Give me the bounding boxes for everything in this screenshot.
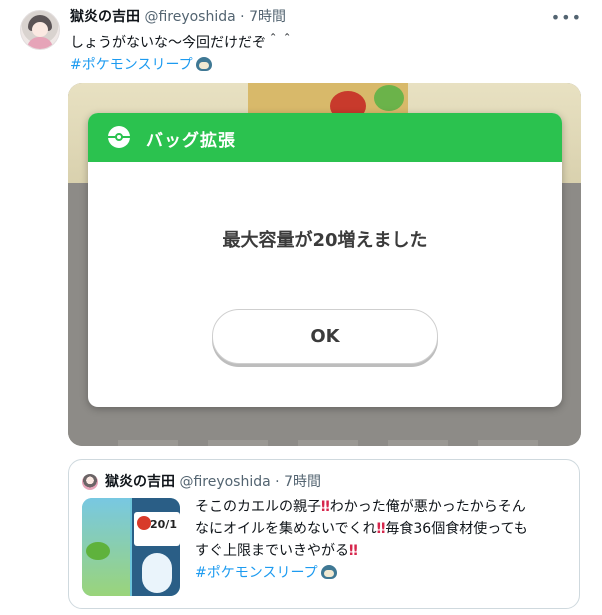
avatar-body (27, 37, 53, 49)
thumb-bubble (142, 553, 172, 593)
ok-button[interactable]: OK (212, 309, 438, 364)
quoted-separator-dot: · (275, 474, 280, 490)
dialog-title: バッグ拡張 (146, 131, 236, 151)
separator-dot: · (240, 9, 245, 25)
dialog-message: 最大容量が20増えました (222, 230, 428, 251)
leaf-decoration (374, 85, 404, 111)
thumb-frog (86, 542, 110, 560)
quoted-tweet-text: そこのカエルの親子‼わかった俺が悪かったからそん なにオイルを集めないでくれ‼毎… (195, 496, 565, 584)
quoted-line-1-a: そこのカエルの親子 (195, 499, 321, 515)
snorlax-emoji-icon (320, 565, 337, 579)
tweet-header: 獄炎の吉田 @fireyoshida · 7時間 (70, 8, 286, 26)
author-handle[interactable]: @fireyoshida (144, 9, 235, 25)
quoted-hashtag-link[interactable]: #ポケモンスリープ (195, 565, 318, 581)
avatar-face (32, 22, 48, 37)
tweet-hashtag-line: #ポケモンスリープ (70, 54, 294, 76)
quoted-line-3: すぐ上限までいきやがる‼ (195, 540, 565, 562)
hashtag-link[interactable]: #ポケモンスリープ (70, 57, 193, 73)
quoted-tweet[interactable]: 獄炎の吉田 @fireyoshida · 7時間 20/1 そこのカエルの親子‼… (68, 459, 580, 609)
quoted-line-2-a: なにオイルを集めないでくれ (195, 521, 377, 537)
thumb-counter-text: 20/1 (150, 518, 177, 531)
dialog-header: バッグ拡張 (88, 113, 562, 162)
bag-expansion-dialog: バッグ拡張 最大容量が20増えました OK (88, 113, 562, 407)
bangbang-emoji-icon: ‼ (321, 499, 330, 515)
pokeball-icon (108, 126, 130, 148)
quoted-tweet-header: 獄炎の吉田 @fireyoshida · 7時間 (105, 473, 321, 491)
snorlax-emoji-icon (195, 57, 212, 71)
tweet-text: しょうがないな〜今回だけだぞ＾＾ #ポケモンスリープ (70, 32, 294, 76)
thumb-apple (137, 516, 151, 530)
author-name[interactable]: 獄炎の吉田 (70, 9, 140, 25)
tweet-body: しょうがないな〜今回だけだぞ＾＾ (70, 35, 294, 51)
quoted-hashtag-line: #ポケモンスリープ (195, 562, 565, 584)
quoted-author-name[interactable]: 獄炎の吉田 (105, 474, 175, 490)
quoted-media-thumbnail[interactable]: 20/1 (82, 498, 180, 596)
more-options-icon[interactable]: ••• (551, 8, 582, 27)
bangbang-emoji-icon: ‼ (349, 543, 358, 559)
quoted-line-2-b: 毎食36個食材使っても (385, 521, 528, 537)
author-avatar[interactable] (20, 10, 60, 50)
quoted-tweet-time[interactable]: 7時間 (284, 474, 321, 490)
quoted-line-3-a: すぐ上限までいきやがる (195, 543, 349, 559)
quoted-line-1: そこのカエルの親子‼わかった俺が悪かったからそん (195, 496, 565, 518)
tweet-time[interactable]: 7時間 (249, 9, 286, 25)
quoted-line-1-b: わかった俺が悪かったからそん (329, 499, 526, 515)
quoted-author-avatar[interactable] (82, 474, 98, 490)
quoted-author-handle[interactable]: @fireyoshida (179, 474, 270, 490)
quoted-line-2: なにオイルを集めないでくれ‼毎食36個食材使っても (195, 518, 565, 540)
game-background-bottom (118, 440, 538, 446)
